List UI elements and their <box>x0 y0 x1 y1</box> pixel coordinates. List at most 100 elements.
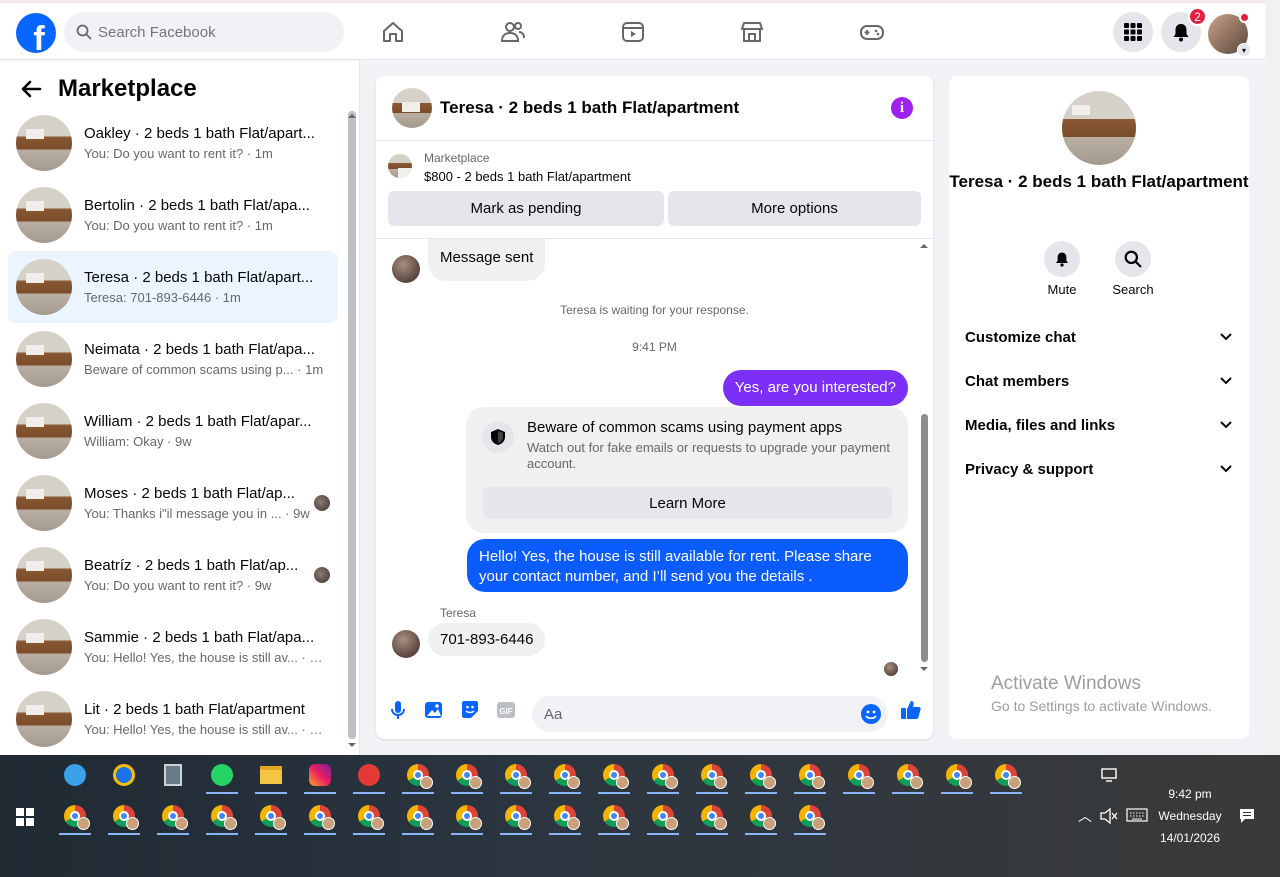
taskbar-chrome[interactable] <box>204 800 240 835</box>
conversation-item[interactable]: Oakley · 2 beds 1 bath Flat/apart... You:… <box>8 107 338 179</box>
taskbar-chrome[interactable] <box>302 800 338 835</box>
message-input[interactable]: Aa <box>532 696 888 732</box>
message-bubble-incoming[interactable]: Message sent <box>428 239 546 281</box>
taskbar-chrome[interactable] <box>498 800 534 835</box>
info-section-row[interactable]: Customize chat <box>965 315 1233 359</box>
chat-scrollbar[interactable] <box>921 414 928 662</box>
conversation-item[interactable]: Bertolin · 2 beds 1 bath Flat/apa... You:… <box>8 179 338 251</box>
info-section-row[interactable]: Media, files and links <box>965 403 1233 447</box>
taskbar-chrome[interactable] <box>694 759 730 794</box>
photo-icon[interactable] <box>423 699 445 721</box>
taskbar-chrome[interactable] <box>547 759 583 794</box>
taskbar-app[interactable] <box>106 759 142 791</box>
info-icon[interactable]: i <box>891 97 913 119</box>
conversation-item[interactable]: Neimata · 2 beds 1 bath Flat/apa... Bewar… <box>8 323 338 395</box>
scroll-down-icon[interactable] <box>919 665 929 673</box>
taskbar-chrome[interactable] <box>449 800 485 835</box>
taskbar-chrome[interactable] <box>792 800 828 835</box>
listing-small-thumbnail[interactable] <box>388 154 412 178</box>
scroll-up-icon[interactable] <box>347 112 357 120</box>
system-clock[interactable]: 9:42 pm Wednesday 14/01/2026 <box>1150 783 1230 849</box>
info-section-row[interactable]: Privacy & support <box>965 447 1233 491</box>
emoji-icon[interactable] <box>860 703 882 725</box>
mute-button[interactable] <box>1044 241 1080 277</box>
windows-start-icon[interactable] <box>16 808 34 826</box>
notification-center-icon[interactable] <box>1239 808 1255 824</box>
page-scrollbar[interactable] <box>1265 0 1280 755</box>
taskbar-chrome[interactable] <box>449 759 485 794</box>
notifications-button[interactable]: 2 <box>1161 7 1207 52</box>
taskbar-chrome[interactable] <box>106 800 142 835</box>
taskbar-chrome[interactable] <box>841 759 877 794</box>
taskbar-chrome[interactable] <box>596 800 632 835</box>
keyboard-icon[interactable] <box>1126 808 1148 822</box>
taskbar-chrome[interactable] <box>596 759 632 794</box>
taskbar-app[interactable] <box>57 759 93 791</box>
taskbar-chrome[interactable] <box>498 759 534 794</box>
menu-button[interactable] <box>1113 12 1153 52</box>
conversation-item[interactable]: Moses · 2 beds 1 bath Flat/ap... You: Tha… <box>8 467 338 539</box>
gaming-icon[interactable] <box>859 19 885 45</box>
listing-thumbnail[interactable] <box>392 88 432 128</box>
mark-as-pending-button[interactable]: Mark as pending <box>388 191 664 226</box>
back-arrow-icon[interactable] <box>20 78 42 100</box>
listing-price[interactable]: $800 - 2 beds 1 bath Flat/apartment <box>424 169 631 184</box>
page-title: Marketplace <box>58 75 197 102</box>
taskbar-chrome[interactable] <box>547 800 583 835</box>
scrollbar[interactable] <box>348 111 356 739</box>
speaker-muted-icon[interactable] <box>1100 808 1118 824</box>
listing-thumbnail <box>16 475 72 531</box>
search-box[interactable] <box>64 12 344 52</box>
taskbar-chrome[interactable] <box>694 800 730 835</box>
chat-title[interactable]: Teresa · 2 beds 1 bath Flat/apartment <box>440 98 739 118</box>
marketplace-icon[interactable] <box>739 19 765 45</box>
taskbar-chrome[interactable] <box>939 759 975 794</box>
taskbar-whatsapp[interactable] <box>204 759 240 794</box>
taskbar-chrome[interactable] <box>988 759 1024 794</box>
sticker-icon[interactable] <box>459 699 481 721</box>
taskbar-chrome[interactable] <box>351 800 387 835</box>
taskbar-chrome[interactable] <box>253 800 289 835</box>
profile-avatar[interactable]: ▾ <box>1208 12 1251 57</box>
taskbar-calculator[interactable] <box>155 759 191 791</box>
taskbar-chrome[interactable] <box>645 759 681 794</box>
info-section-row[interactable]: Chat members <box>965 359 1233 403</box>
message-bubble-outgoing[interactable]: Hello! Yes, the house is still available… <box>467 539 908 592</box>
more-options-button[interactable]: More options <box>668 191 921 226</box>
network-icon[interactable] <box>1101 768 1119 782</box>
conversation-item[interactable]: William · 2 beds 1 bath Flat/apar... Will… <box>8 395 338 467</box>
taskbar-chrome[interactable] <box>792 759 828 794</box>
conversation-item[interactable]: Sammie · 2 beds 1 bath Flat/apa... You: H… <box>8 611 338 683</box>
gif-icon[interactable]: GIF <box>495 699 517 721</box>
taskbar-chrome[interactable] <box>743 800 779 835</box>
chevron-down-icon[interactable]: ▾ <box>1237 43 1251 57</box>
search-in-chat-button[interactable] <box>1115 241 1151 277</box>
search-input[interactable] <box>98 23 318 41</box>
conversation-item[interactable]: Lit · 2 beds 1 bath Flat/apartment You: H… <box>8 683 338 755</box>
taskbar-chrome[interactable] <box>155 800 191 835</box>
conversation-item[interactable]: Beatríz · 2 beds 1 bath Flat/ap... You: D… <box>8 539 338 611</box>
taskbar-file-explorer[interactable] <box>253 759 289 794</box>
taskbar-chrome[interactable] <box>400 759 436 794</box>
message-bubble-incoming[interactable]: 701-893-6446 <box>428 623 546 656</box>
conversation-item[interactable]: Teresa · 2 beds 1 bath Flat/apart... Tere… <box>8 251 338 323</box>
facebook-logo[interactable]: f <box>16 13 56 53</box>
learn-more-button[interactable]: Learn More <box>483 487 892 519</box>
message-bubble-outgoing[interactable]: Yes, are you interested? <box>722 370 908 406</box>
taskbar-chrome[interactable] <box>57 800 93 835</box>
scroll-up-icon[interactable] <box>919 242 929 250</box>
chevron-up-icon[interactable]: ︿ <box>1078 806 1092 826</box>
friends-icon[interactable] <box>500 19 526 45</box>
home-icon[interactable] <box>380 19 406 45</box>
taskbar-chrome[interactable] <box>890 759 926 794</box>
microphone-icon[interactable] <box>387 699 409 721</box>
taskbar-app[interactable] <box>351 759 387 794</box>
taskbar-chrome[interactable] <box>743 759 779 794</box>
thumbs-up-icon[interactable] <box>900 699 922 721</box>
taskbar-chrome[interactable] <box>400 800 436 835</box>
scroll-down-icon[interactable] <box>347 741 357 749</box>
taskbar-instagram[interactable] <box>302 759 338 794</box>
listing-thumbnail-large[interactable] <box>1062 91 1136 165</box>
taskbar-chrome[interactable] <box>645 800 681 835</box>
video-icon[interactable] <box>620 19 646 45</box>
